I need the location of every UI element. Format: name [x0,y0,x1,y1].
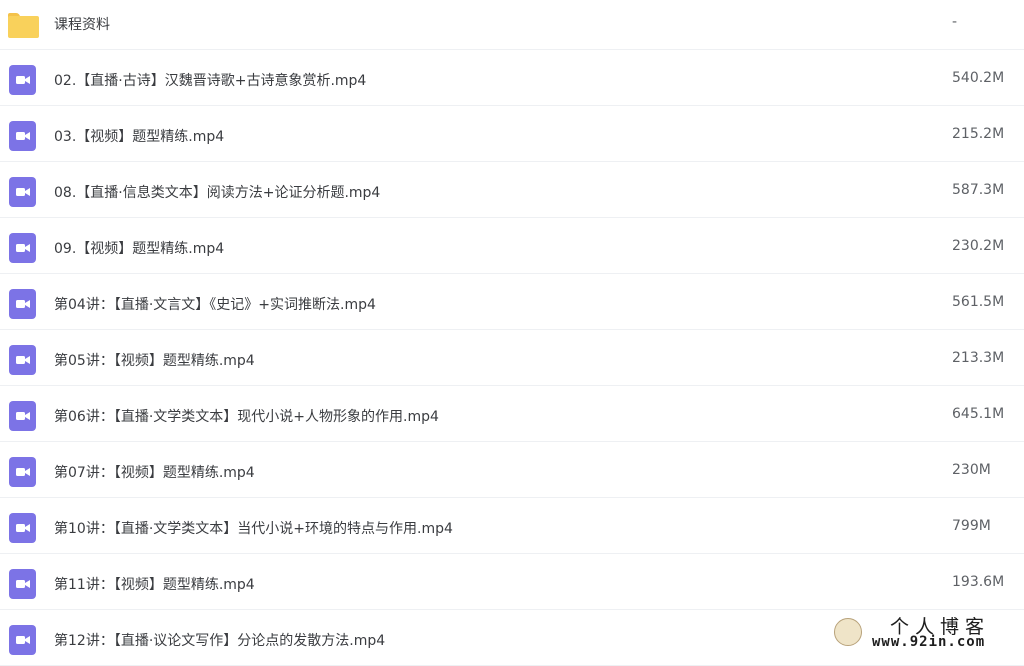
video-file-icon [8,345,37,375]
file-name[interactable]: 第11讲：【视频】题型精练.mp4 [54,574,255,594]
folder-icon [8,10,39,39]
video-file-icon [8,121,37,151]
video-file-icon [8,569,37,599]
file-size: 193.6M [952,574,1005,590]
blog-watermark: 个人博客 www.92in.com [832,612,1012,652]
file-list: 课程资料 - 02.【直播·古诗】汉魏晋诗歌+古诗意象赏析.mp4 540.2M… [0,0,1024,666]
file-row[interactable]: 第07讲：【视频】题型精练.mp4 230M [0,442,1024,498]
file-row[interactable]: 第05讲：【视频】题型精练.mp4 213.3M [0,330,1024,386]
file-size: 587.3M [952,182,1005,198]
video-file-icon [8,457,37,487]
mascot-icon [834,618,862,646]
file-size: - [952,14,958,30]
file-size: 799M [952,518,991,534]
file-row[interactable]: 第10讲：【直播·文学类文本】当代小说+环境的特点与作用.mp4 799M [0,498,1024,554]
video-file-icon [8,513,37,543]
video-file-icon [8,401,37,431]
file-name[interactable]: 03.【视频】题型精练.mp4 [54,126,224,146]
file-row[interactable]: 第04讲：【直播·文言文】《史记》+实词推断法.mp4 561.5M [0,274,1024,330]
folder-row[interactable]: 课程资料 - [0,0,1024,50]
file-name[interactable]: 第07讲：【视频】题型精练.mp4 [54,462,255,482]
file-name[interactable]: 09.【视频】题型精练.mp4 [54,238,224,258]
file-row[interactable]: 03.【视频】题型精练.mp4 215.2M [0,106,1024,162]
video-file-icon [8,233,37,263]
watermark-url: www.92in.com [872,634,986,650]
file-row[interactable]: 第06讲：【直播·文学类文本】现代小说+人物形象的作用.mp4 645.1M [0,386,1024,442]
file-size: 213.3M [952,350,1005,366]
file-name[interactable]: 02.【直播·古诗】汉魏晋诗歌+古诗意象赏析.mp4 [54,70,366,90]
file-name[interactable]: 第04讲：【直播·文言文】《史记》+实词推断法.mp4 [54,294,376,314]
video-file-icon [8,625,37,655]
file-row[interactable]: 09.【视频】题型精练.mp4 230.2M [0,218,1024,274]
file-name[interactable]: 第06讲：【直播·文学类文本】现代小说+人物形象的作用.mp4 [54,406,439,426]
file-size: 230.2M [952,238,1005,254]
file-row[interactable]: 08.【直播·信息类文本】阅读方法+论证分析题.mp4 587.3M [0,162,1024,218]
video-file-icon [8,177,37,207]
file-row[interactable]: 第11讲：【视频】题型精练.mp4 193.6M [0,554,1024,610]
file-name[interactable]: 第10讲：【直播·文学类文本】当代小说+环境的特点与作用.mp4 [54,518,453,538]
video-file-icon [8,289,37,319]
file-name[interactable]: 08.【直播·信息类文本】阅读方法+论证分析题.mp4 [54,182,380,202]
file-size: 230M [952,462,991,478]
file-name[interactable]: 第05讲：【视频】题型精练.mp4 [54,350,255,370]
file-row[interactable]: 02.【直播·古诗】汉魏晋诗歌+古诗意象赏析.mp4 540.2M [0,50,1024,106]
video-file-icon [8,65,37,95]
file-size: 540.2M [952,70,1005,86]
file-size: 215.2M [952,126,1005,142]
file-name[interactable]: 第12讲：【直播·议论文写作】分论点的发散方法.mp4 [54,630,385,650]
file-size: 645.1M [952,406,1005,422]
file-name[interactable]: 课程资料 [54,14,110,34]
file-size: 561.5M [952,294,1005,310]
